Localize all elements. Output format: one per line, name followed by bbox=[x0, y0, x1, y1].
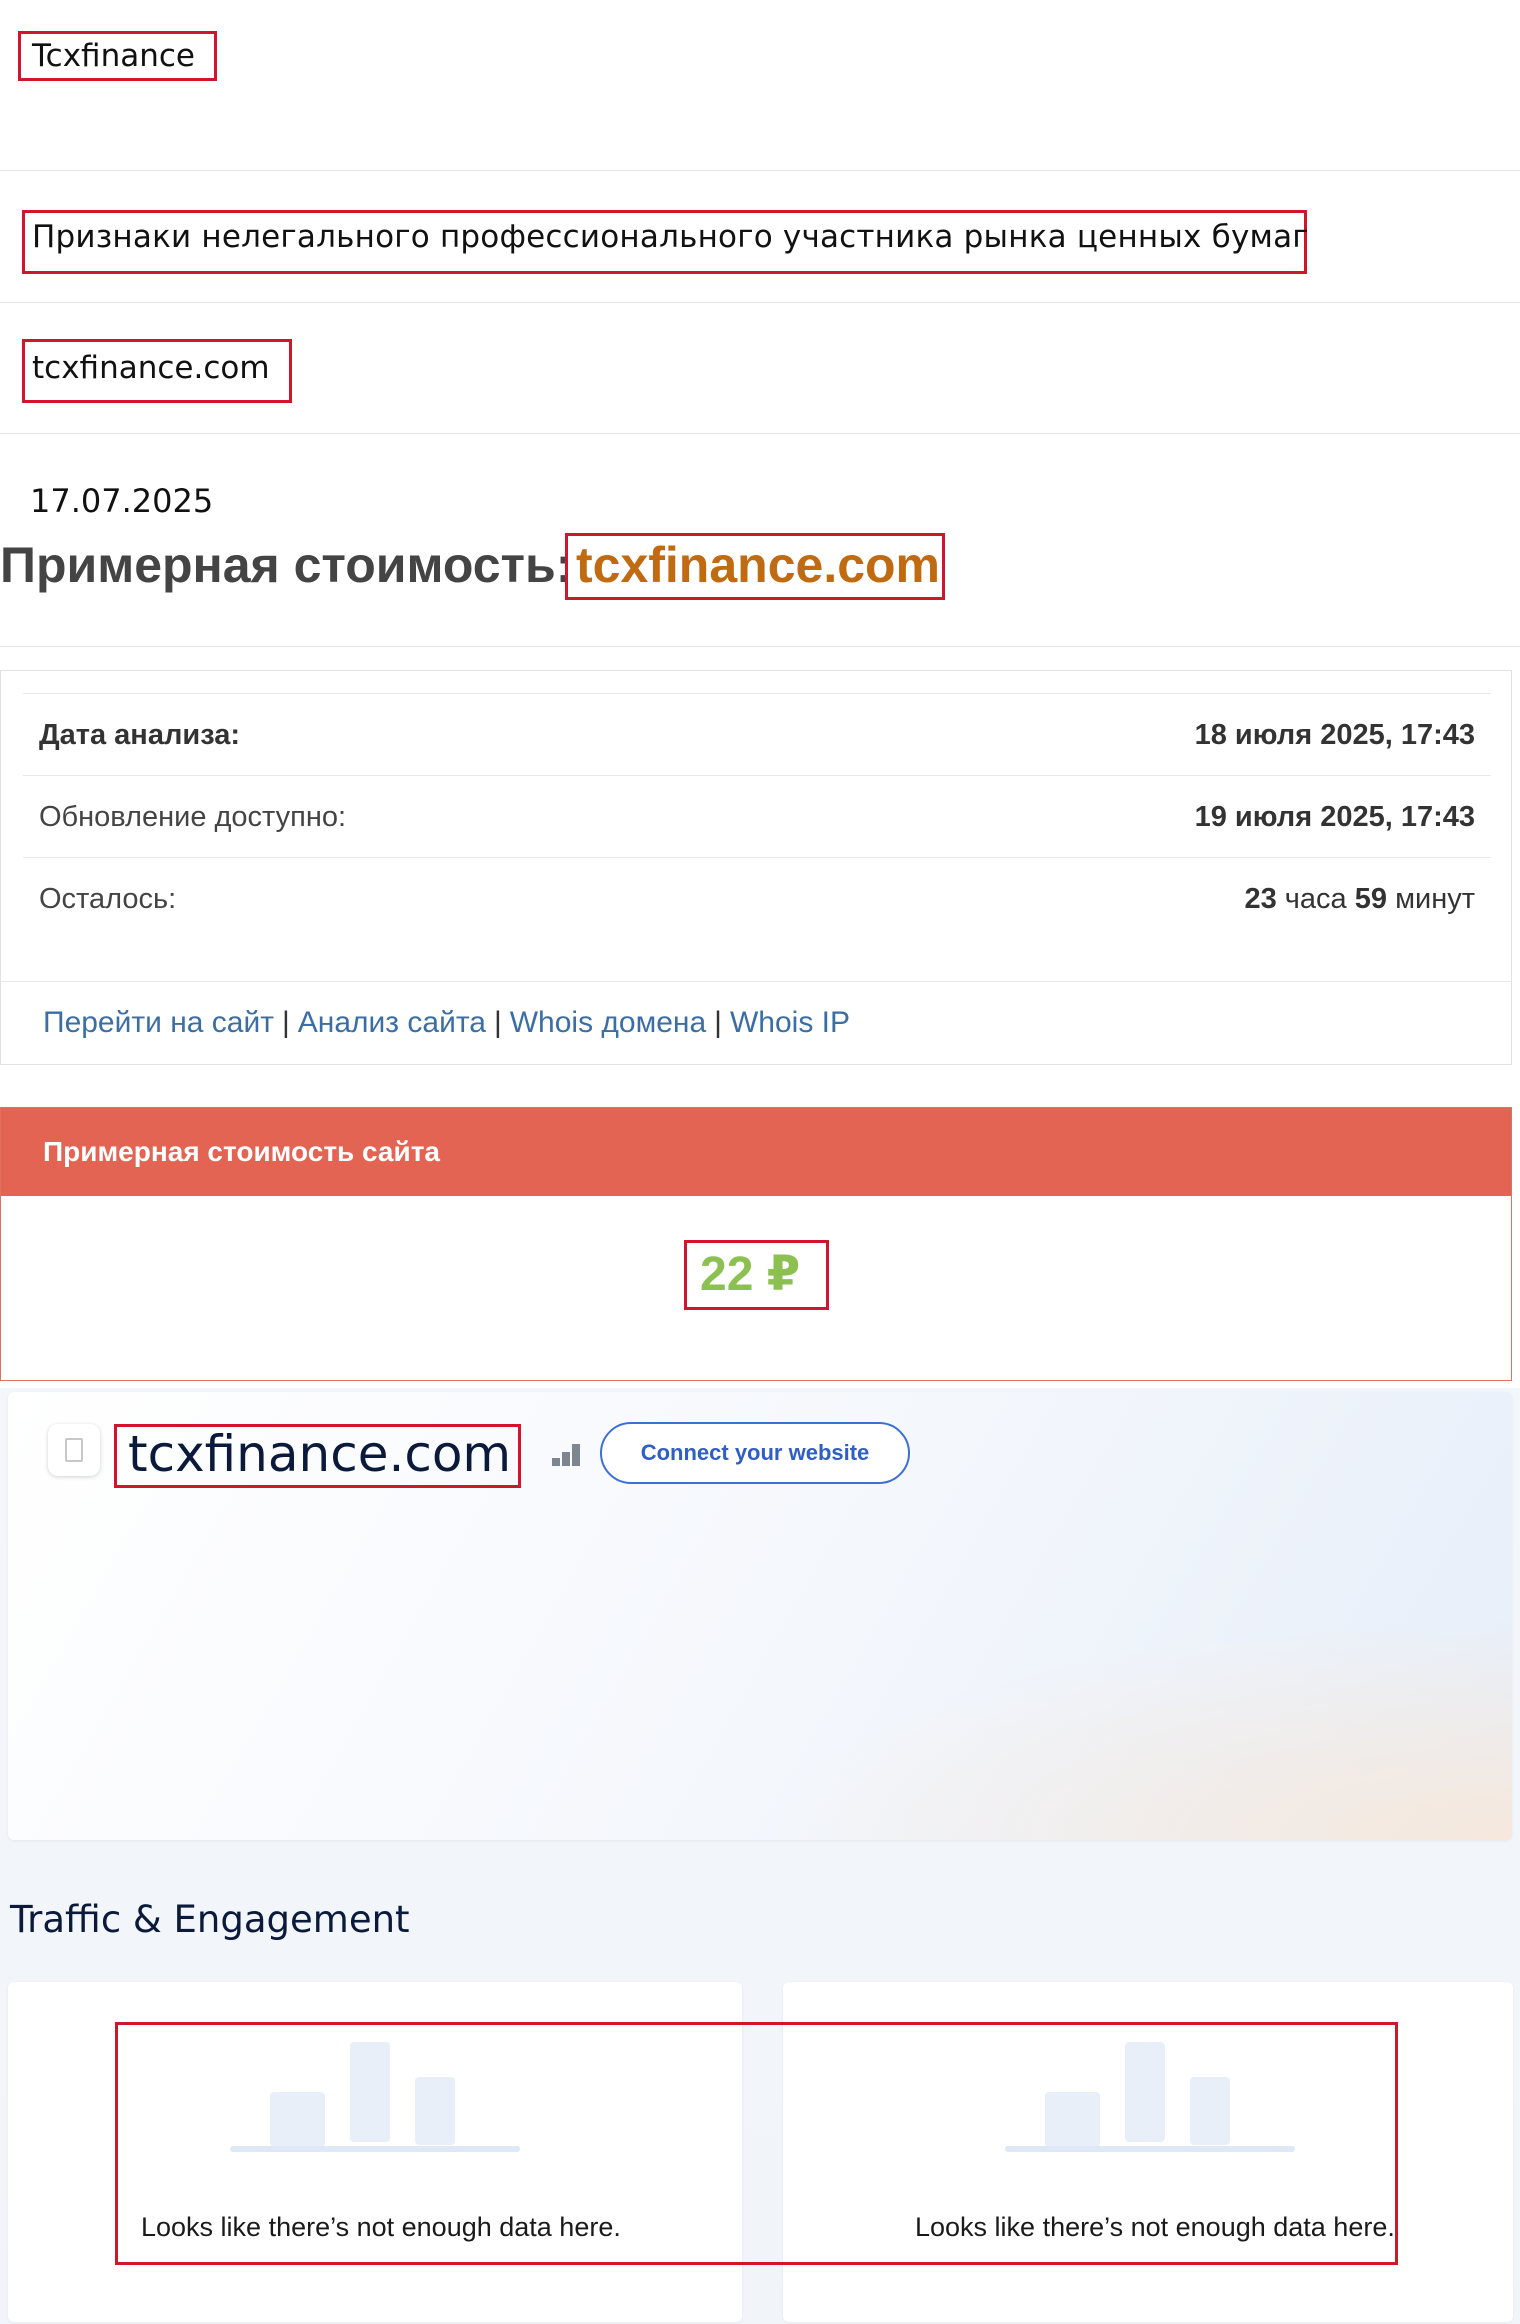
cost-domain: tcxfinance.com bbox=[576, 537, 941, 593]
highlight-box bbox=[115, 2022, 1398, 2265]
divider bbox=[0, 646, 1520, 647]
price-card-title: Примерная стоимость сайта bbox=[43, 1136, 441, 1167]
domain-text: tcxfinance.com bbox=[32, 350, 270, 386]
remaining-minutes: 59 bbox=[1354, 883, 1387, 915]
price-card-header: Примерная стоимость сайта bbox=[1, 1108, 1511, 1196]
analysis-date-label: Дата анализа: bbox=[39, 719, 241, 751]
cost-heading: Примерная стоимость: bbox=[0, 537, 573, 593]
remaining-hours: 23 bbox=[1244, 883, 1277, 915]
remaining-value: 23 часа 59 минут bbox=[1244, 883, 1475, 916]
remaining-hours-unit: часа bbox=[1284, 883, 1347, 915]
page-title: Tcxfinance bbox=[32, 38, 195, 74]
divider bbox=[1, 981, 1511, 982]
site-domain: tcxfinance.com bbox=[128, 1425, 512, 1483]
price-value: 22 ₽ bbox=[700, 1248, 801, 1301]
analysis-row: Осталось: 23 часа 59 минут bbox=[23, 857, 1491, 940]
link-go-to-site[interactable]: Перейти на сайт bbox=[43, 1006, 274, 1039]
remaining-label: Осталось: bbox=[39, 883, 177, 915]
link-whois-ip[interactable]: Whois IP bbox=[730, 1006, 850, 1039]
link-site-analysis[interactable]: Анализ сайта bbox=[298, 1006, 486, 1039]
update-label: Обновление доступно: bbox=[39, 801, 347, 833]
connect-website-button[interactable]: Connect your website bbox=[600, 1422, 910, 1484]
traffic-title: Traffic & Engagement bbox=[10, 1898, 410, 1941]
favicon bbox=[48, 1424, 100, 1476]
link-whois-domain[interactable]: Whois домена bbox=[510, 1006, 706, 1039]
divider bbox=[0, 302, 1520, 303]
analysis-card: Дата анализа: 18 июля 2025, 17:43 Обновл… bbox=[0, 670, 1512, 1065]
divider bbox=[0, 170, 1520, 171]
divider bbox=[0, 433, 1520, 434]
analysis-date-value: 18 июля 2025, 17:43 bbox=[1194, 719, 1475, 751]
update-value: 19 июля 2025, 17:43 bbox=[1194, 801, 1475, 833]
rank-bars-icon bbox=[552, 1440, 582, 1466]
date-text: 17.07.2025 bbox=[30, 482, 214, 520]
document-icon bbox=[65, 1438, 83, 1462]
category-text: Признаки нелегального профессионального … bbox=[32, 219, 1309, 255]
analysis-row: Дата анализа: 18 июля 2025, 17:43 bbox=[23, 693, 1491, 776]
analysis-row: Обновление доступно: 19 июля 2025, 17:43 bbox=[23, 775, 1491, 858]
remaining-minutes-unit: минут bbox=[1395, 883, 1475, 915]
analysis-links: Перейти на сайт | Анализ сайта | Whois домен… bbox=[43, 1006, 850, 1039]
